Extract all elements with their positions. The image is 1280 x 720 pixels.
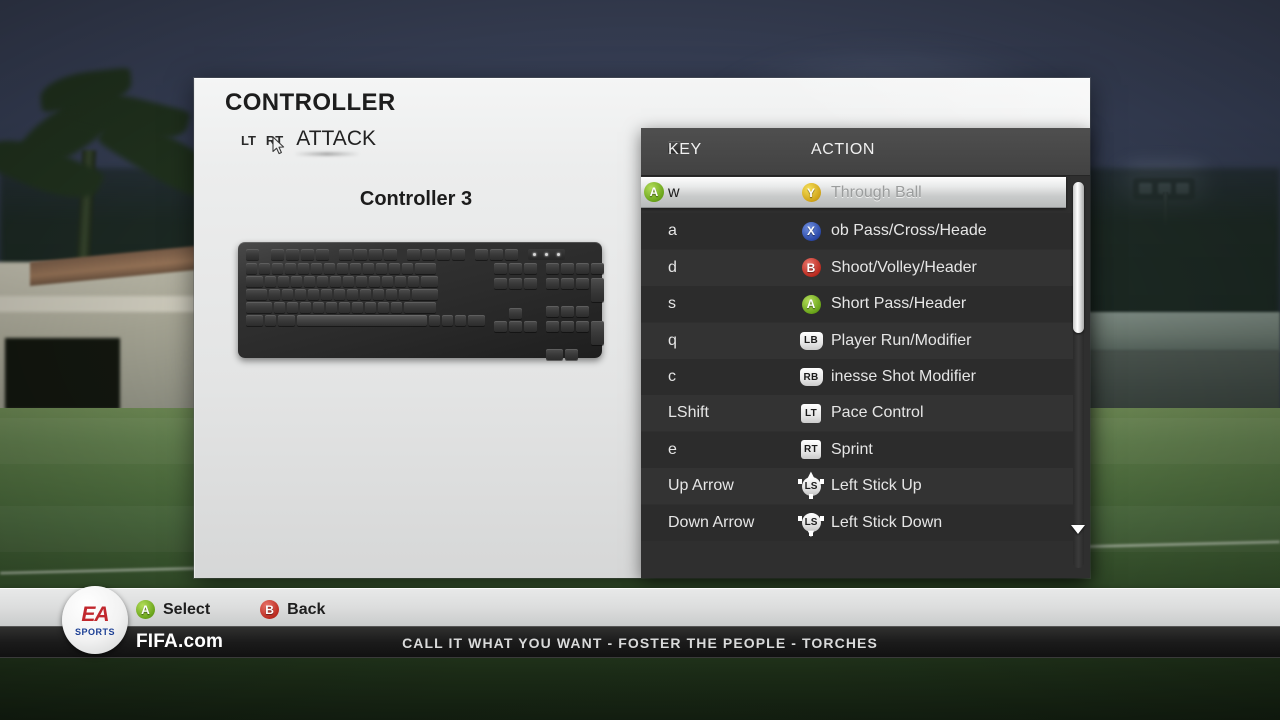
tab-attack[interactable]: ATTACK [288, 126, 384, 152]
cell-key: s [668, 295, 676, 313]
cell-action: Through Ball [831, 183, 922, 201]
cell-action: Pace Control [831, 404, 924, 422]
cell-action: Shoot/Volley/Header [831, 258, 977, 276]
key-action-table: KEY ACTION w Y Through Ball Aa Xob Pass/Cros… [641, 128, 1090, 578]
hint-label: Select [163, 600, 211, 618]
table-row[interactable]: e RT Sprint [641, 431, 1077, 468]
table-row[interactable]: a Xob Pass/Cross/Heade [641, 213, 1077, 250]
cell-key: q [668, 331, 677, 349]
lt-button-icon: LT [801, 403, 821, 423]
tab-lt-prev[interactable]: LT [236, 128, 261, 154]
column-header-key: KEY [668, 141, 702, 158]
face-button-y-icon: Y [801, 183, 821, 202]
cell-key: LShift [668, 404, 709, 422]
cell-key: Up Arrow [668, 477, 734, 495]
cell-badge: ▼ LS [791, 510, 831, 539]
left-stick-up-icon: ▲ LS [798, 470, 824, 500]
cell-badge: ▲ LS [791, 470, 831, 500]
table-row[interactable]: d B Shoot/Volley/Header [641, 249, 1077, 286]
table-row-selected[interactable]: w Y Through Ball [641, 177, 1066, 208]
tab-rt-next[interactable]: RT [261, 128, 288, 154]
keyboard-function-row [246, 249, 594, 260]
hint-label: Back [287, 600, 326, 618]
cell-action: ob Pass/Cross/Heade [831, 222, 987, 240]
table-row[interactable]: LShift LT Pace Control [641, 395, 1077, 432]
column-header-action: ACTION [811, 141, 876, 158]
footer-ticker-bar: CALL IT WHAT YOU WANT - FOSTER THE PEOPL… [0, 626, 1280, 658]
cell-badge: RB [791, 368, 831, 386]
chevron-down-icon[interactable] [1071, 525, 1085, 534]
cell-key: a [668, 222, 677, 240]
ea-logo-brand: EA [81, 602, 109, 626]
cell-badge: LB [791, 331, 831, 350]
fifa-com-label: FIFA.com [136, 631, 224, 652]
rt-button-icon: RT [801, 440, 821, 460]
table-row[interactable]: q LB Player Run/Modifier [641, 322, 1077, 359]
table-header-row: KEY ACTION [641, 128, 1090, 176]
left-stick-down-icon: ▼ LS [798, 510, 824, 539]
table-row[interactable]: Down Arrow ▼ LS Left Stick Down [641, 504, 1077, 541]
table-row[interactable]: s A Short Pass/Header [641, 286, 1077, 323]
cell-badge: X [791, 221, 831, 241]
table-body: w Y Through Ball Aa Xob Pass/Cross/Heade d B Sh… [641, 176, 1090, 578]
keyboard-led-panel [528, 249, 565, 260]
cell-action: Left Stick Up [831, 477, 922, 495]
hint-select[interactable]: A Select [136, 600, 210, 619]
table-row[interactable]: c RB inesse Shot Modifier [641, 359, 1077, 395]
keyboard-main-block [246, 263, 485, 362]
select-badge-a-icon: A [644, 182, 664, 202]
face-button-b-icon: B [801, 258, 821, 278]
cell-badge: RT [791, 440, 831, 460]
cell-action: Player Run/Modifier [831, 331, 972, 349]
keyboard-nav-cluster [494, 263, 537, 362]
cell-action: Left Stick Down [831, 513, 943, 531]
scrollbar-thumb[interactable] [1073, 182, 1084, 333]
cell-badge: A [791, 294, 831, 314]
face-button-a-icon: A [801, 294, 821, 314]
hint-badge-a-icon: A [136, 600, 155, 619]
tab-underline [294, 152, 360, 156]
keyboard-graphic [238, 242, 604, 360]
face-button-x-icon: X [801, 221, 821, 241]
footer-hint-bar: A Select B Back [0, 588, 1280, 630]
category-tabs[interactable]: LT RT ATTACK [236, 126, 384, 152]
rb-button-icon: RB [799, 368, 823, 386]
page-title: CONTROLLER [225, 89, 396, 116]
table-row[interactable]: Up Arrow ▲ LS Left Stick Up [641, 468, 1077, 505]
cell-key: c [668, 368, 676, 385]
cell-action: Short Pass/Header [831, 295, 967, 313]
face-button-a-icon: A [644, 182, 664, 202]
keyboard-main-area [246, 263, 604, 362]
cell-action: Sprint [831, 440, 873, 458]
keyboard-numpad [546, 263, 604, 362]
ea-sports-logo: EA SPORTS [62, 586, 128, 654]
cell-key: Down Arrow [668, 513, 755, 531]
lb-button-icon: LB [799, 331, 823, 350]
cell-badge: B [791, 258, 831, 278]
table-scrollbar[interactable] [1073, 182, 1084, 568]
controller-name-label: Controller 3 [359, 188, 473, 210]
keyboard-arrow-keys [494, 308, 537, 334]
cell-key: d [668, 258, 677, 276]
hint-back[interactable]: B Back [260, 600, 325, 619]
button-hints: A Select B Back [136, 600, 325, 619]
cell-badge: Y [791, 183, 831, 202]
cell-key: e [668, 440, 677, 458]
hint-badge-b-icon: B [260, 600, 280, 619]
cell-badge: LT [791, 403, 831, 423]
cell-action: inesse Shot Modifier [831, 368, 976, 385]
ea-logo-sub: SPORTS [74, 626, 115, 637]
